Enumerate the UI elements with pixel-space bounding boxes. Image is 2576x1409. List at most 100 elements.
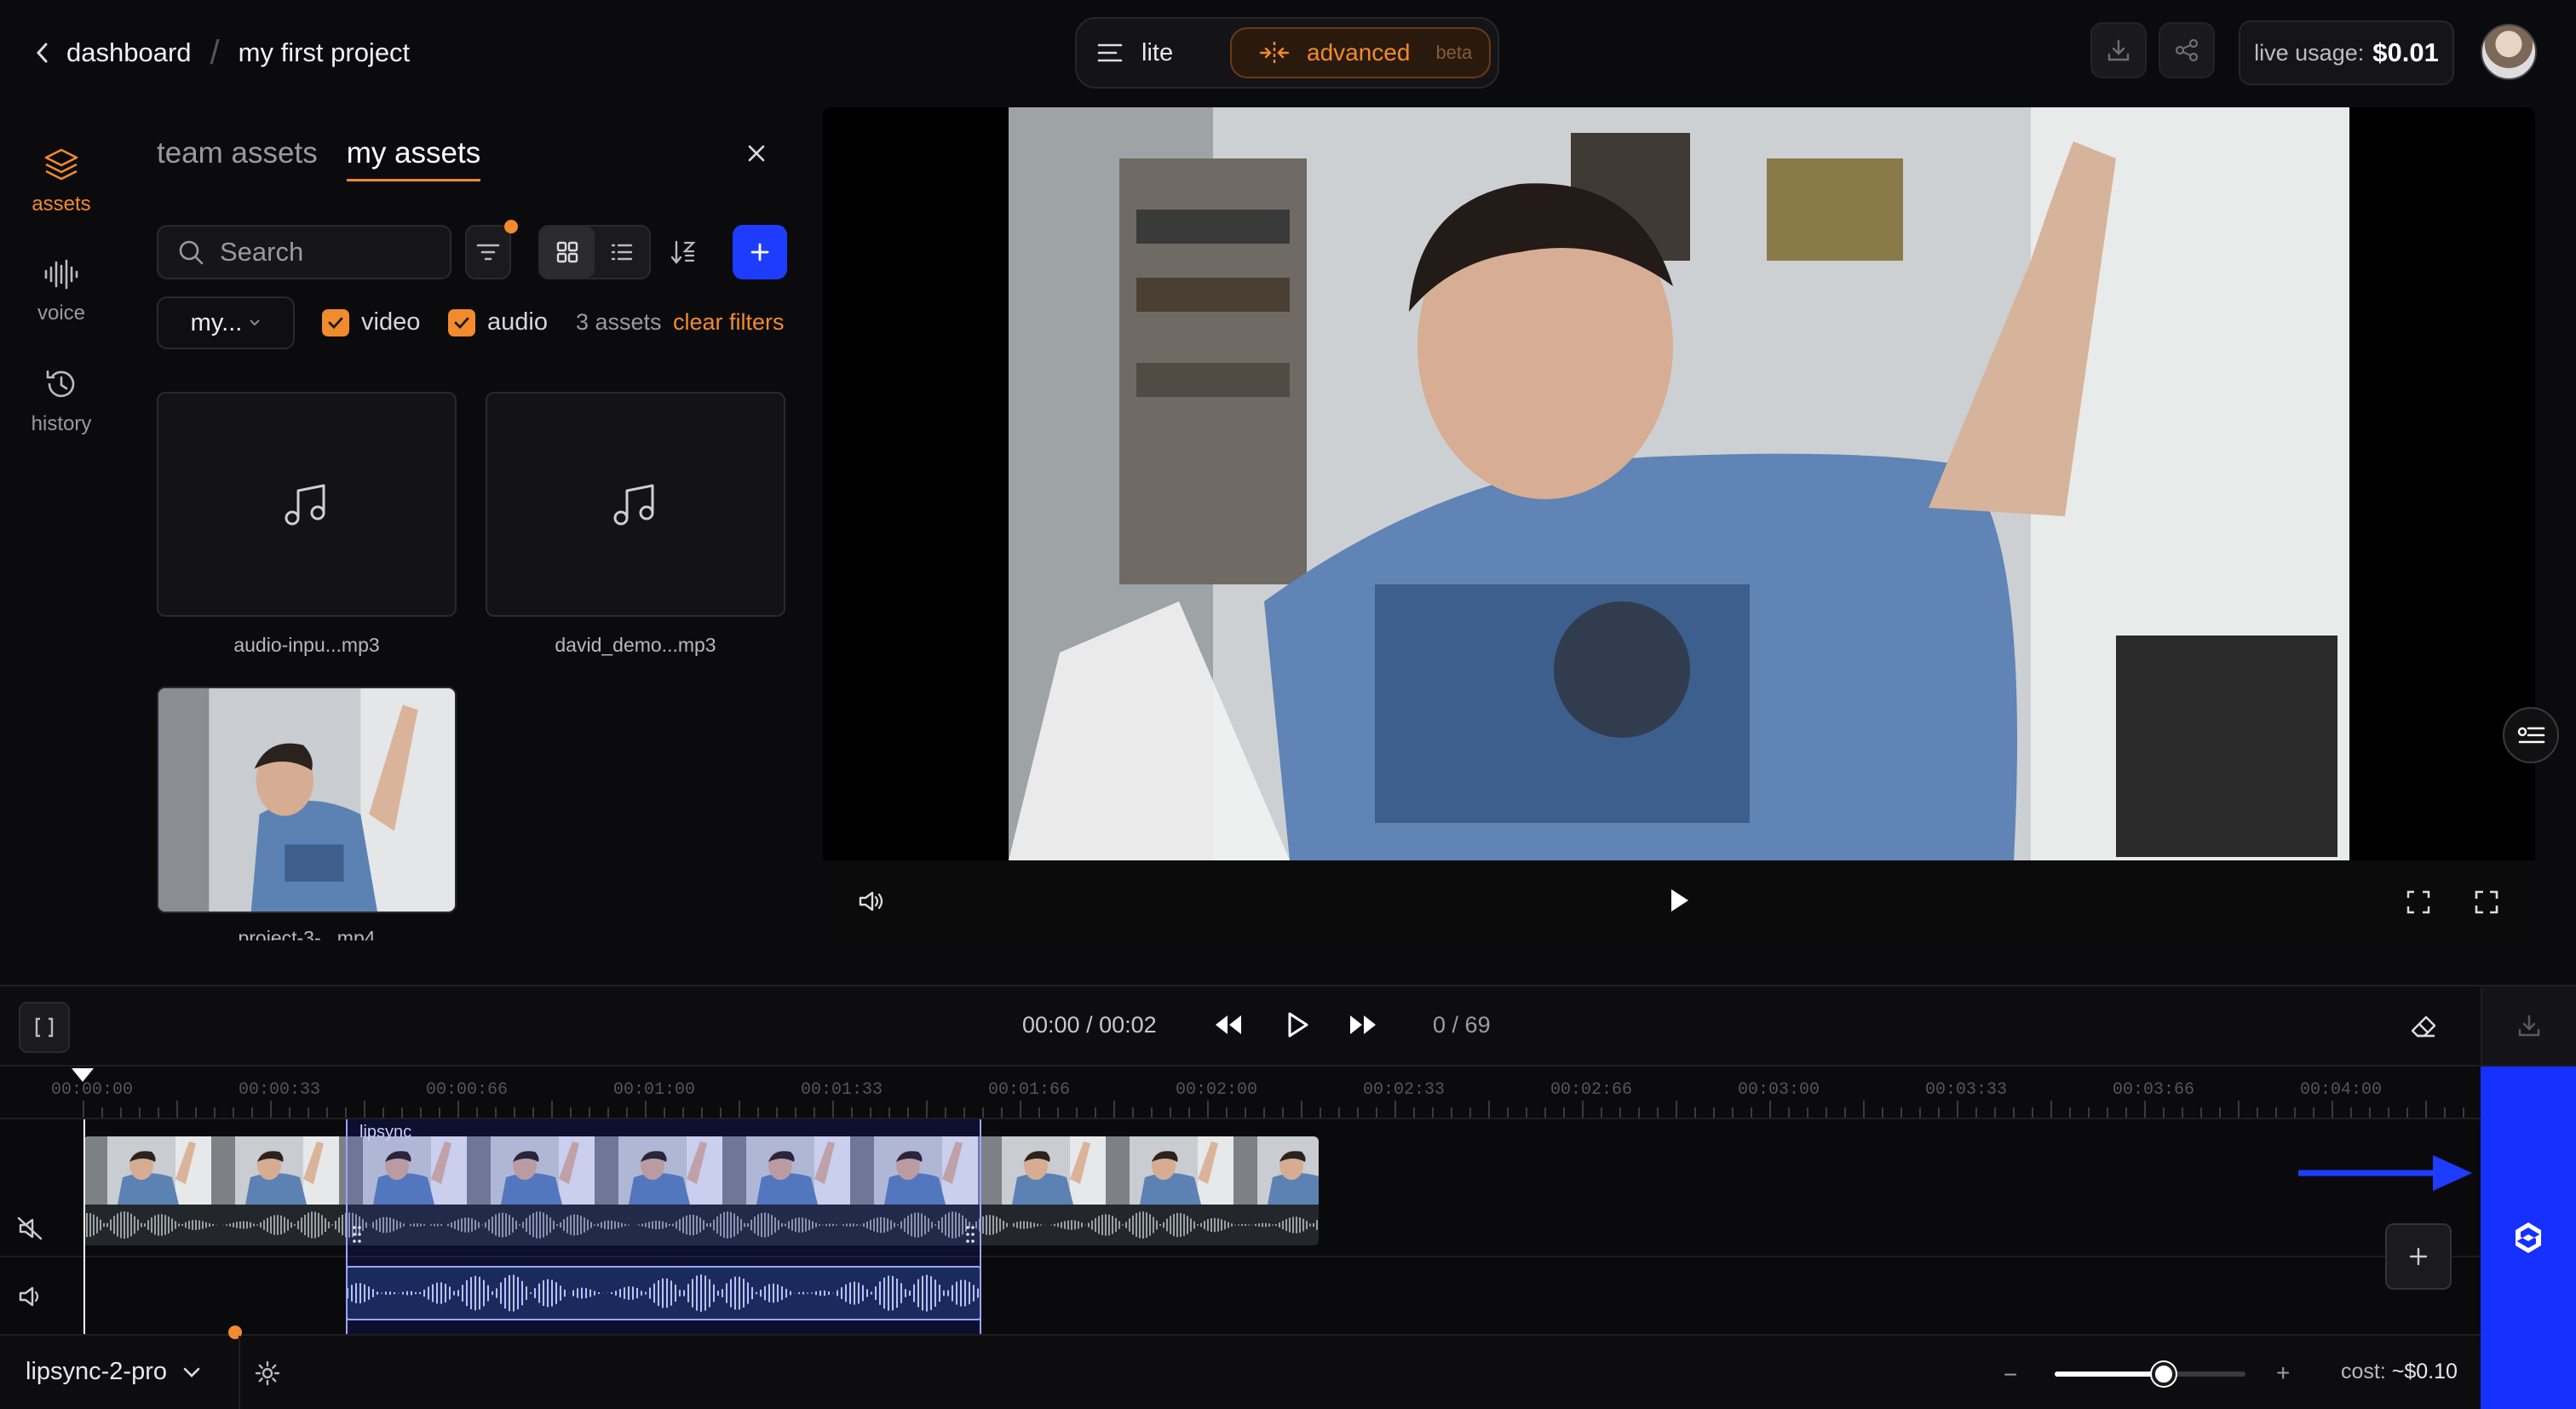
play-icon[interactable] <box>1285 1010 1310 1039</box>
music-note-icon <box>281 480 332 528</box>
beta-badge: beta <box>1435 42 1473 63</box>
model-name: lipsync-2-pro <box>26 1358 167 1385</box>
zoom-out-icon[interactable]: − <box>2004 1361 2017 1389</box>
video-player[interactable] <box>823 107 2535 942</box>
cost-estimate: cost: ~$0.10 <box>2341 1360 2458 1384</box>
timeline-tracks: lipsync <box>0 1119 2481 1334</box>
ruler-ticks <box>83 1101 2464 1118</box>
fit-screen-icon[interactable] <box>2406 889 2431 915</box>
rail-label-assets: assets <box>32 193 91 216</box>
frame-current: 0 <box>1433 1012 1446 1038</box>
rail-item-assets[interactable]: assets <box>20 147 102 216</box>
asset-card-audio-2[interactable] <box>486 392 785 617</box>
zoom-slider[interactable] <box>2055 1362 2245 1386</box>
ruler-tick-label: 00:01:00 <box>613 1080 696 1100</box>
video-frame-image <box>1009 107 2349 860</box>
rewind-icon[interactable] <box>1213 1012 1244 1038</box>
playhead-line <box>83 1119 85 1334</box>
grid-view-button[interactable] <box>540 227 595 278</box>
tab-team-assets[interactable]: team assets <box>157 136 318 181</box>
download-icon <box>2516 1013 2542 1038</box>
asset-name: david_demo...mp3 <box>555 634 716 656</box>
list-view-button[interactable] <box>595 227 649 278</box>
volume-icon[interactable] <box>857 889 884 913</box>
ruler-tick-label: 00:03:66 <box>2113 1080 2195 1100</box>
layers-icon <box>43 147 80 182</box>
volume-icon[interactable] <box>17 1285 44 1308</box>
time-total: 00:02 <box>1099 1012 1157 1038</box>
model-selector[interactable]: lipsync-2-pro <box>26 1358 201 1386</box>
tab-my-assets[interactable]: my assets <box>346 136 481 181</box>
asset-card-audio-1[interactable] <box>157 392 457 617</box>
owner-filter-dropdown[interactable]: my... <box>157 296 295 349</box>
audio-clip[interactable] <box>346 1266 981 1320</box>
mode-lite-button[interactable]: lite <box>1097 31 1173 75</box>
rail-label-voice: voice <box>37 302 86 325</box>
rail-label-history: history <box>31 412 92 435</box>
export-button[interactable] <box>2481 986 2576 1065</box>
clear-filters-link[interactable]: clear filters <box>673 308 785 336</box>
avatar[interactable] <box>2481 24 2537 80</box>
waveform-icon <box>43 257 80 291</box>
menu-lines-icon <box>1097 42 1123 64</box>
mode-advanced-label: advanced <box>1307 39 1411 66</box>
list-icon <box>610 242 634 262</box>
close-panel-button[interactable] <box>745 141 768 165</box>
segment-label: lipsync <box>359 1123 412 1142</box>
play-icon[interactable] <box>1666 886 1692 915</box>
video-frame <box>1009 107 2349 860</box>
ruler-tick-label: 00:00:66 <box>426 1080 509 1100</box>
filter-button[interactable] <box>465 220 518 279</box>
share-button[interactable] <box>2159 22 2215 78</box>
drag-handle-icon[interactable] <box>353 1225 361 1244</box>
checkbox-checked-icon <box>322 308 349 336</box>
search-field[interactable] <box>157 225 451 279</box>
sort-icon <box>670 239 699 266</box>
cost-label: cost: <box>2341 1360 2386 1383</box>
generate-button[interactable] <box>2481 1067 2576 1409</box>
mode-lite-label: lite <box>1141 38 1174 66</box>
trim-button[interactable] <box>19 1002 70 1053</box>
split-arrows-icon <box>1259 40 1290 66</box>
close-icon <box>745 141 768 165</box>
search-input[interactable] <box>220 237 433 267</box>
rail-item-voice[interactable]: voice <box>20 257 102 325</box>
zoom-in-icon[interactable]: + <box>2276 1360 2290 1387</box>
usage-value: $0.01 <box>2372 37 2439 67</box>
fullscreen-icon[interactable] <box>2474 889 2499 915</box>
divider <box>239 1336 240 1409</box>
chevron-down-icon <box>182 1366 201 1378</box>
settings-gear-icon[interactable] <box>254 1360 281 1387</box>
transport-bar: 00:00 / 00:02 0 / 69 <box>0 985 2576 1067</box>
chevron-down-icon <box>249 319 261 327</box>
music-note-icon <box>610 480 661 528</box>
mute-video-icon[interactable] <box>17 1216 44 1240</box>
drag-handle-icon[interactable] <box>966 1225 975 1244</box>
usage-label: live usage: <box>2254 39 2365 66</box>
download-button[interactable] <box>2090 22 2147 78</box>
zoom-slider-thumb[interactable] <box>2151 1362 2176 1386</box>
captions-button[interactable] <box>2503 707 2559 763</box>
audio-filter-checkbox[interactable]: audio <box>448 308 548 336</box>
ruler-tick-label: 00:00:33 <box>239 1080 321 1100</box>
bottom-bar: lipsync-2-pro − + cost: ~$0.10 <box>0 1326 2481 1409</box>
asset-count: 3 assets <box>576 308 662 335</box>
asset-name: project-3-...mp4 <box>238 927 376 940</box>
rail-item-history[interactable]: history <box>20 366 102 436</box>
timeline-ruler[interactable]: 00:00:00 00:00:33 00:00:66 00:01:00 00:01:33… <box>0 1067 2569 1119</box>
add-asset-button[interactable] <box>733 225 787 279</box>
video-filter-checkbox[interactable]: video <box>322 308 420 336</box>
filter-active-dot <box>504 220 518 233</box>
add-track-button[interactable] <box>2385 1223 2452 1290</box>
playhead-marker-icon[interactable] <box>70 1067 95 1084</box>
project-name[interactable]: my first project <box>239 37 411 68</box>
fast-forward-icon[interactable] <box>1348 1012 1378 1038</box>
sort-button[interactable] <box>670 239 699 266</box>
dashboard-link[interactable]: dashboard <box>66 37 192 68</box>
sync-logo-icon <box>2509 1218 2548 1257</box>
captions-icon <box>2516 723 2545 747</box>
eraser-icon[interactable] <box>2409 1014 2438 1039</box>
mode-advanced-button[interactable]: advanced beta <box>1230 27 1491 78</box>
back-chevron-icon[interactable] <box>34 41 51 65</box>
asset-card-video[interactable] <box>157 687 457 913</box>
